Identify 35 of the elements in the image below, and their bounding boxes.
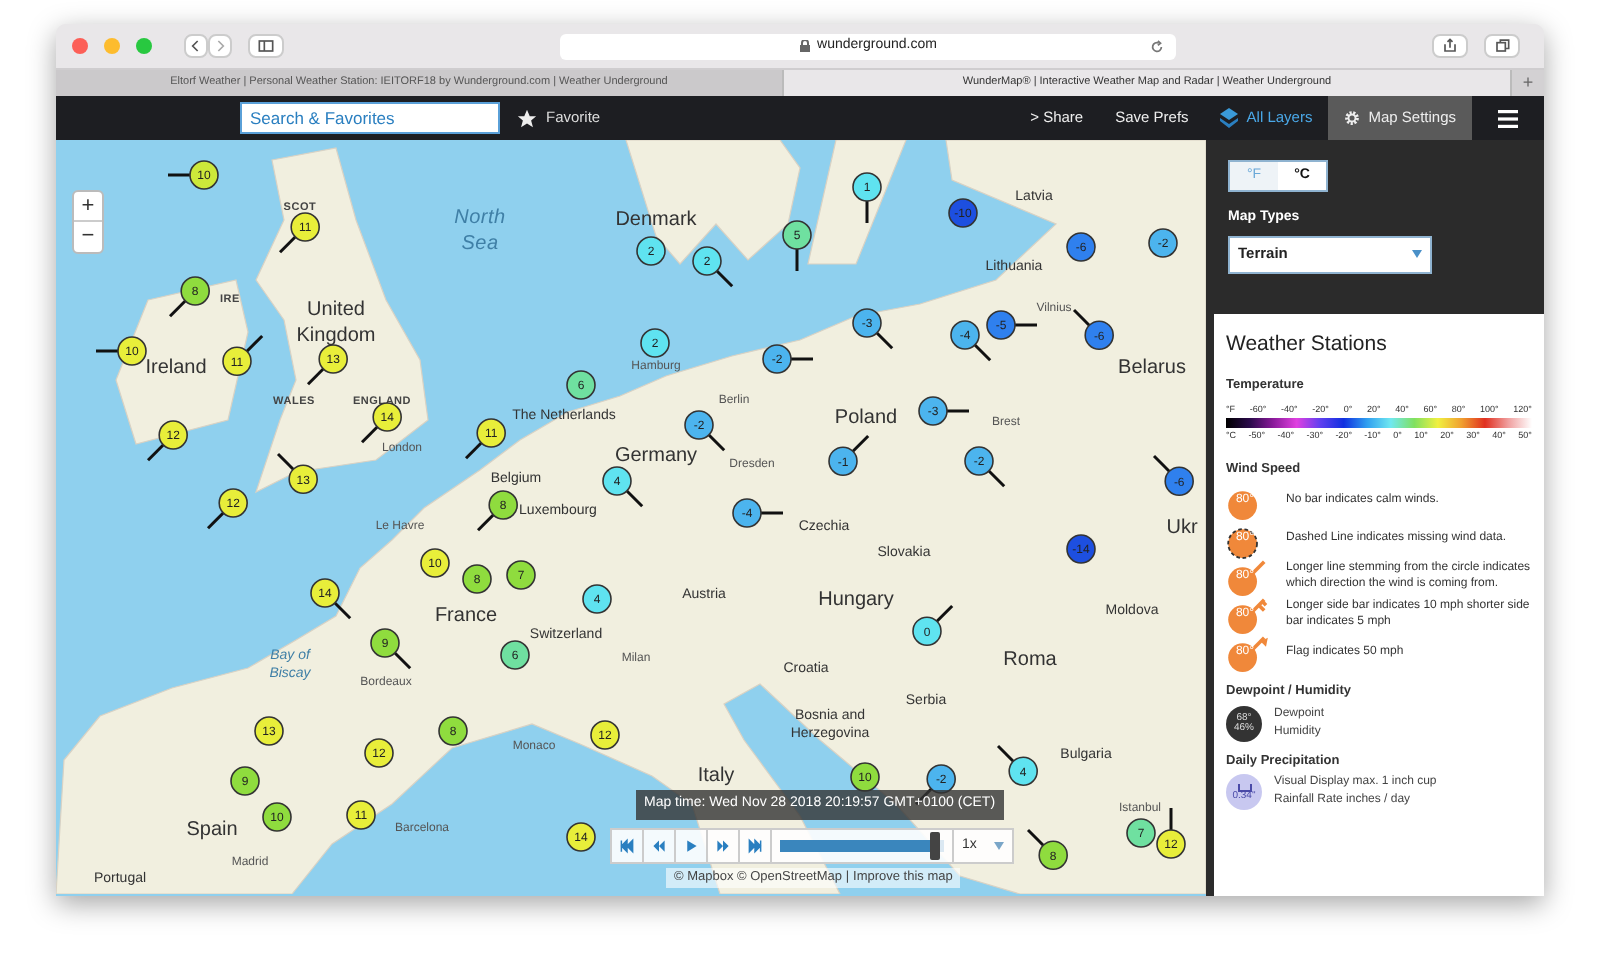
place-label: Ukr <box>1166 515 1198 543</box>
place-label: Roma <box>1003 647 1057 675</box>
share-icon[interactable] <box>1432 34 1468 58</box>
gear-icon <box>1344 110 1361 126</box>
cup-icon <box>1237 783 1251 792</box>
layers-icon <box>1220 108 1239 128</box>
place-label: Spain <box>186 817 238 845</box>
menu-icon[interactable] <box>1498 109 1518 127</box>
place-label: North Sea <box>452 207 508 257</box>
place-label: United Kingdom <box>294 299 378 349</box>
wind-symbol-icon <box>1226 597 1270 634</box>
tabs-icon[interactable] <box>1484 34 1520 58</box>
place-label: Ireland <box>145 355 207 383</box>
caret-icon <box>994 842 1004 850</box>
zoom-in-button[interactable]: + <box>74 192 102 222</box>
reload-icon[interactable] <box>1150 39 1164 53</box>
place-label: Hungary <box>818 587 894 615</box>
search-field[interactable]: Search & Favorites <box>240 102 500 134</box>
timeline-thumb[interactable] <box>929 832 940 860</box>
place-label: Poland <box>834 405 898 433</box>
lock-icon <box>799 40 810 52</box>
wind-symbol-icon <box>1226 559 1270 596</box>
place-label: Italy <box>697 763 735 791</box>
wind-symbol-icon <box>1226 635 1270 672</box>
sidebar-icon[interactable] <box>248 34 284 58</box>
caret-icon <box>1412 250 1422 258</box>
new-tab-button[interactable]: + <box>1512 70 1544 96</box>
close-window-icon[interactable] <box>72 38 88 54</box>
place-label: Denmark <box>615 207 697 235</box>
place-label: Belarus <box>1118 355 1186 383</box>
star-icon <box>516 107 538 129</box>
legend-title: Weather Stations <box>1226 330 1389 360</box>
place-label: France <box>434 603 498 631</box>
back-icon[interactable] <box>184 34 208 58</box>
zoom-out-button[interactable]: − <box>74 222 102 252</box>
